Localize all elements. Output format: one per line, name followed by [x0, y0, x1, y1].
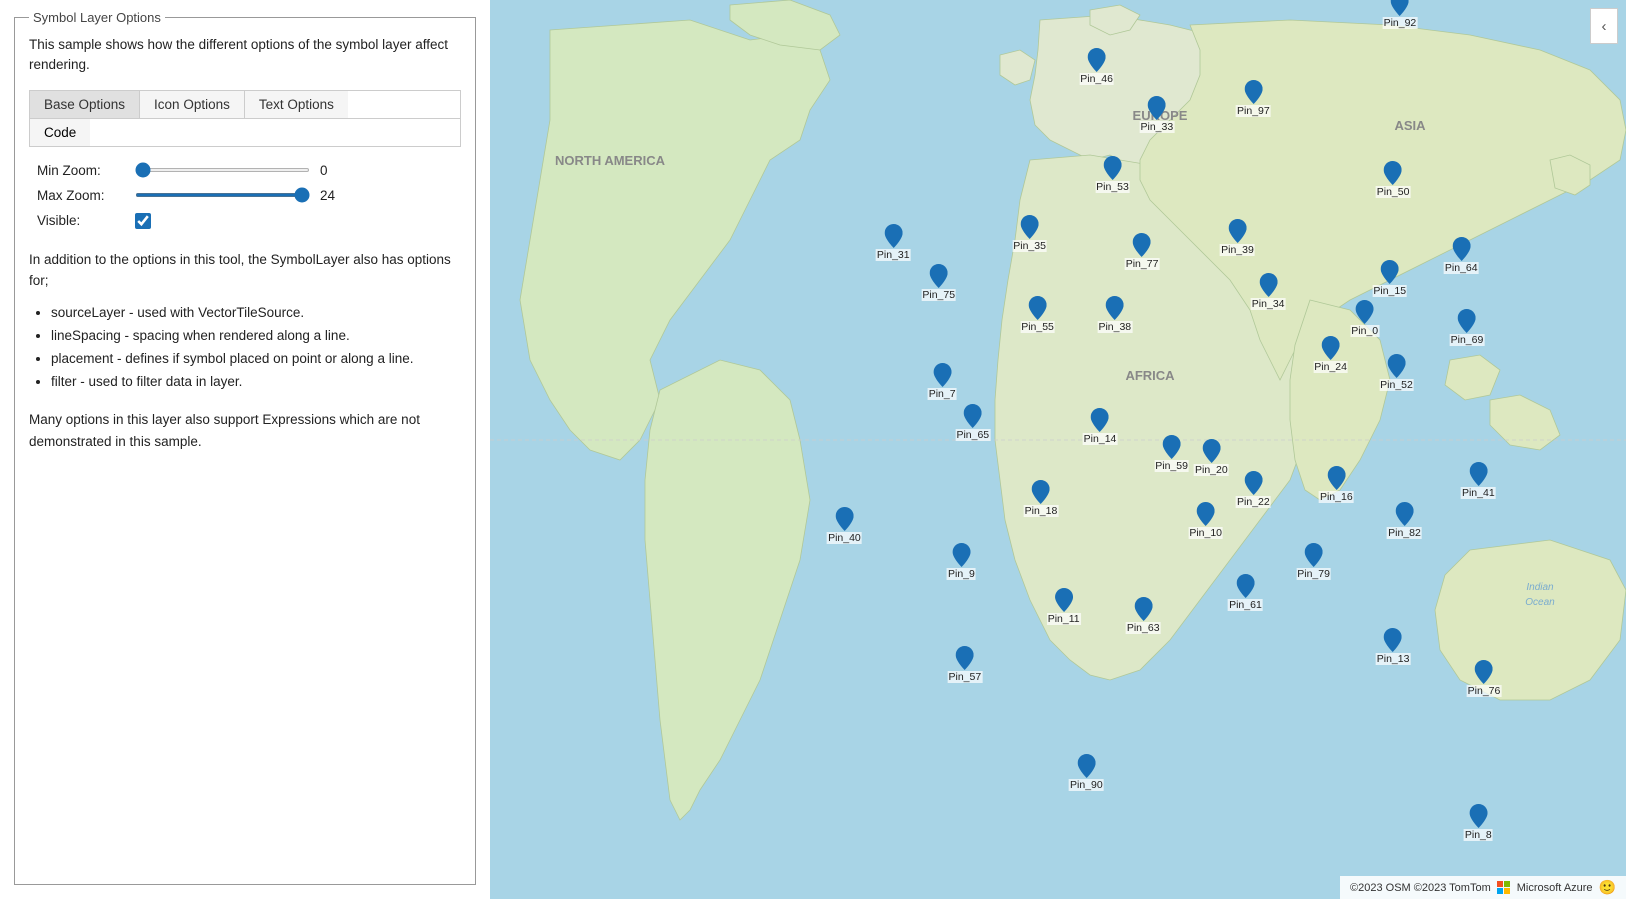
panel-description: This sample shows how the different opti…	[29, 35, 461, 76]
microsoft-logo	[1497, 881, 1511, 895]
label-north-america: NORTH AMERICA	[555, 153, 666, 168]
visible-label: Visible:	[37, 213, 125, 228]
smiley-icon: 🙂	[1599, 879, 1616, 896]
max-zoom-slider[interactable]	[135, 193, 310, 197]
tabs-row2: Code	[29, 118, 461, 147]
tabs-row: Base Options Icon Options Text Options	[29, 90, 461, 118]
tab-code[interactable]: Code	[30, 119, 90, 146]
min-zoom-slider[interactable]	[135, 168, 310, 172]
label-europe: EUROPE	[1133, 108, 1188, 123]
bullet-item-0: sourceLayer - used with VectorTileSource…	[51, 302, 461, 325]
azure-text: Microsoft Azure	[1517, 882, 1593, 894]
map-background: NORTH AMERICA EUROPE AFRICA ASIA Indian …	[490, 0, 1626, 899]
bullet-list: sourceLayer - used with VectorTileSource…	[51, 302, 461, 394]
controls-section: Min Zoom: 0 Max Zoom: 24 Visible:	[29, 163, 461, 229]
collapse-icon: ‹	[1602, 18, 1607, 35]
body-text-1: In addition to the options in this tool,…	[29, 249, 461, 292]
min-zoom-row: Min Zoom: 0	[37, 163, 461, 178]
visible-row: Visible:	[37, 213, 461, 229]
visible-checkbox[interactable]	[135, 213, 151, 229]
tab-base-options[interactable]: Base Options	[30, 91, 140, 118]
attribution-text: ©2023 OSM ©2023 TomTom	[1350, 882, 1491, 894]
max-zoom-value: 24	[320, 188, 344, 203]
tab-text-options[interactable]: Text Options	[245, 91, 348, 118]
label-indian-ocean-2: Ocean	[1525, 597, 1555, 608]
label-indian-ocean: Indian	[1526, 582, 1554, 593]
tab-icon-options[interactable]: Icon Options	[140, 91, 245, 118]
label-asia: ASIA	[1394, 118, 1426, 133]
left-panel: Symbol Layer Options This sample shows h…	[0, 0, 490, 899]
bullet-item-3: filter - used to filter data in layer.	[51, 371, 461, 394]
bullet-item-1: lineSpacing - spacing when rendered alon…	[51, 325, 461, 348]
map-attribution: ©2023 OSM ©2023 TomTom Microsoft Azure 🙂	[1340, 876, 1626, 899]
map-area[interactable]: NORTH AMERICA EUROPE AFRICA ASIA Indian …	[490, 0, 1626, 899]
map-collapse-button[interactable]: ‹	[1590, 8, 1618, 44]
max-zoom-label: Max Zoom:	[37, 188, 125, 203]
body-text-2: Many options in this layer also support …	[29, 409, 461, 452]
panel-fieldset: Symbol Layer Options This sample shows h…	[14, 10, 476, 885]
bullet-item-2: placement - defines if symbol placed on …	[51, 348, 461, 371]
max-zoom-row: Max Zoom: 24	[37, 188, 461, 203]
min-zoom-label: Min Zoom:	[37, 163, 125, 178]
min-zoom-value: 0	[320, 163, 344, 178]
panel-legend-title: Symbol Layer Options	[29, 10, 165, 25]
label-africa: AFRICA	[1125, 368, 1175, 383]
